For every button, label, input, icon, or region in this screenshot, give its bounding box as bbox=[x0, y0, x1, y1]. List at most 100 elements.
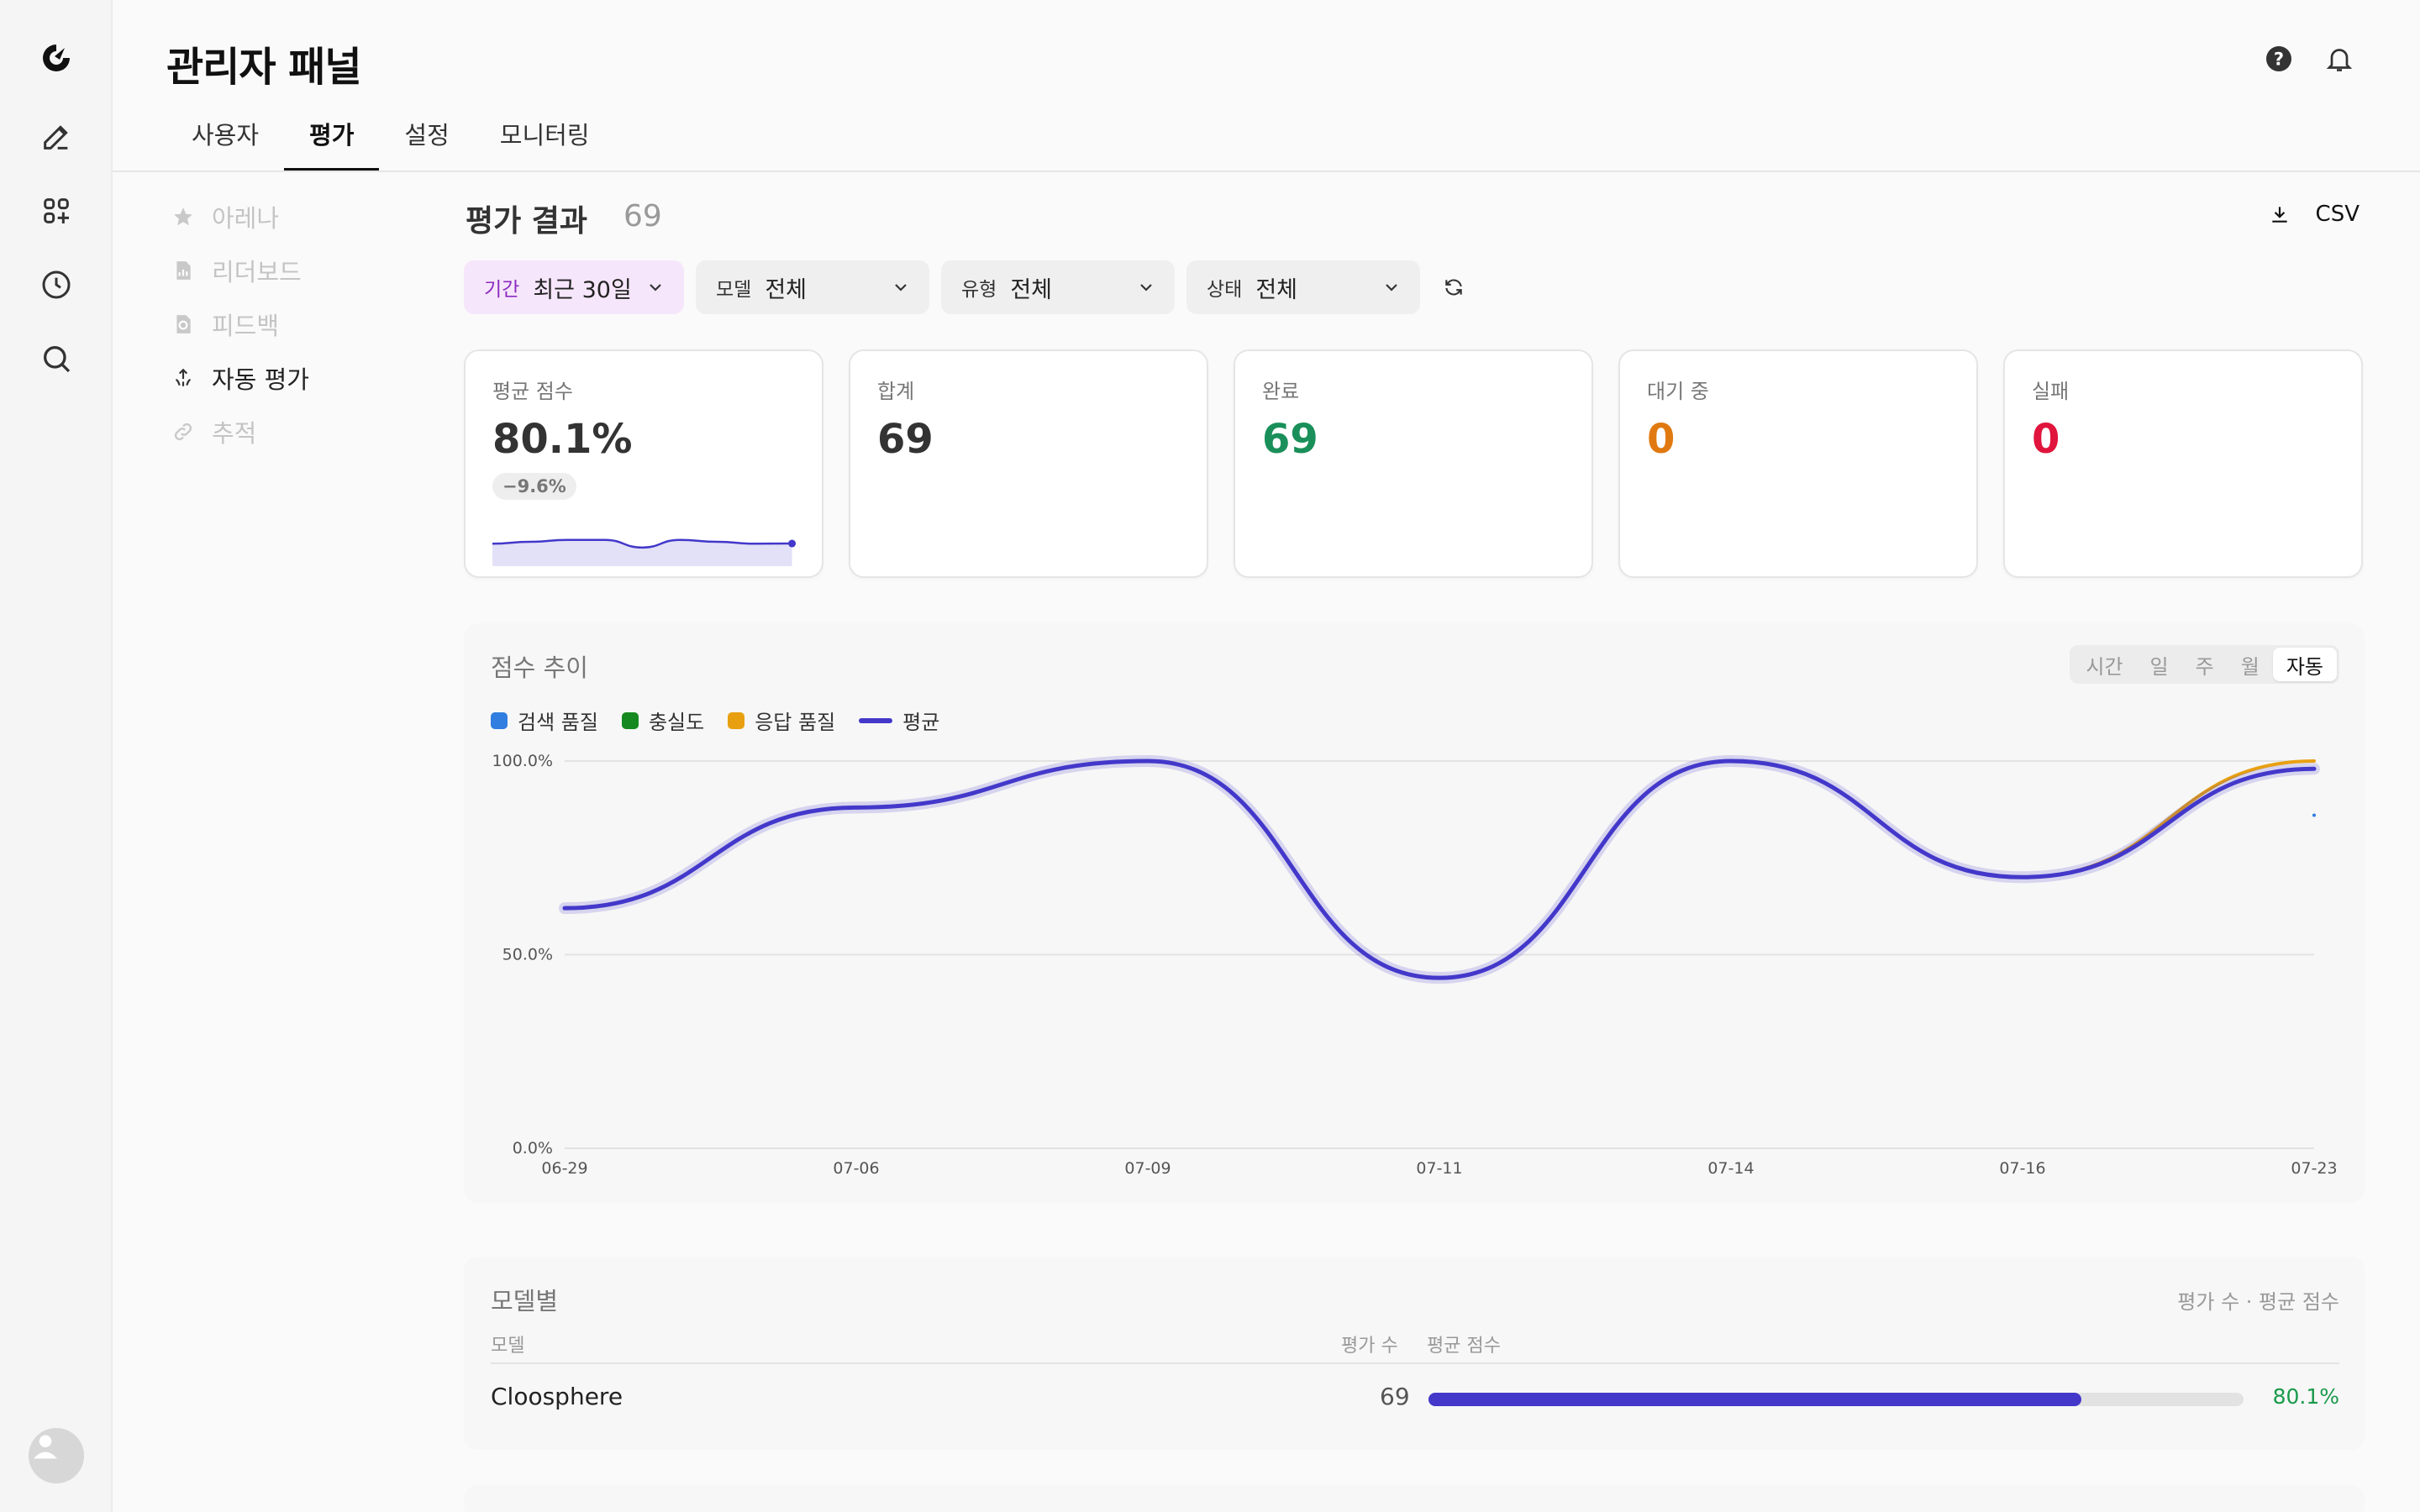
stat-card-completed: 완료 69 bbox=[1234, 349, 1593, 578]
link-icon bbox=[171, 420, 195, 444]
help-icon[interactable]: ? bbox=[2262, 42, 2296, 76]
series-line bbox=[563, 759, 2316, 980]
chevron-down-icon bbox=[650, 284, 661, 291]
header-divider bbox=[113, 171, 2420, 172]
sparkline bbox=[492, 538, 797, 566]
stat-label: 실패 bbox=[2032, 380, 2070, 403]
series-line bbox=[563, 759, 2316, 980]
page-title: 관리자 패널 bbox=[166, 44, 362, 91]
stat-label: 합계 bbox=[877, 380, 915, 403]
edit-icon[interactable] bbox=[34, 114, 79, 160]
series-halo bbox=[559, 754, 2320, 984]
auto-eval-icon bbox=[171, 366, 195, 390]
filter-label: 모델 bbox=[716, 279, 752, 301]
period-filter[interactable]: 기간 최근 30일 bbox=[464, 260, 684, 314]
subnav-item-leaderboard[interactable]: 리더보드 bbox=[171, 244, 309, 297]
refresh-icon[interactable] bbox=[1437, 270, 1470, 304]
col-model: 모델 bbox=[491, 1336, 525, 1357]
tab-monitoring[interactable]: 모니터링 bbox=[475, 104, 615, 171]
score-bar bbox=[1428, 1393, 2244, 1406]
stat-cards: 평균 점수 80.1% −9.6% 합계 69 완료 69 대기 중 0 실패 … bbox=[464, 349, 2363, 578]
data-point bbox=[2312, 813, 2316, 817]
apps-icon[interactable] bbox=[34, 188, 79, 234]
tab-users[interactable]: 사용자 bbox=[166, 104, 284, 171]
icon-rail bbox=[0, 0, 113, 1512]
avatar[interactable] bbox=[29, 1428, 84, 1483]
x-tick-label: 06-29 bbox=[541, 1159, 587, 1178]
stat-card-pending: 대기 중 0 bbox=[1618, 349, 1978, 578]
x-tick-label: 07-09 bbox=[1124, 1159, 1171, 1178]
models-subtitle: 평가 수 · 평균 점수 bbox=[2177, 1290, 2339, 1314]
stat-label: 대기 중 bbox=[1647, 380, 1709, 403]
x-tick-label: 07-06 bbox=[833, 1159, 879, 1178]
filter-value: 전체 bbox=[1010, 276, 1053, 303]
filter-label: 기간 bbox=[484, 279, 520, 301]
subnav-label: 자동 평가 bbox=[212, 365, 309, 394]
section-nav: 아레나 리더보드 피드백 자동 평가 추적 bbox=[171, 190, 309, 459]
stat-label: 완료 bbox=[1262, 380, 1300, 403]
table-row[interactable]: Cloosphere 69 80.1% bbox=[491, 1381, 2339, 1423]
score-bar-fill bbox=[1428, 1393, 2081, 1406]
model-count: 69 bbox=[1380, 1383, 1410, 1410]
subnav-label: 아레나 bbox=[212, 204, 280, 233]
series-line bbox=[563, 759, 2316, 980]
stat-label: 평균 점수 bbox=[492, 380, 573, 403]
main-tabs: 사용자 평가 설정 모니터링 bbox=[166, 104, 615, 171]
subnav-label: 추적 bbox=[212, 419, 257, 448]
results-count: 69 bbox=[623, 199, 662, 234]
subnav-item-arena[interactable]: 아레나 bbox=[171, 190, 309, 244]
sparkline-end-point bbox=[788, 539, 797, 548]
history-icon[interactable] bbox=[34, 262, 79, 307]
subnav-item-feedback[interactable]: 피드백 bbox=[171, 297, 309, 351]
chevron-down-icon bbox=[1140, 284, 1152, 291]
status-filter[interactable]: 상태 전체 bbox=[1186, 260, 1420, 314]
series-line-average bbox=[562, 759, 2317, 980]
model-breakdown-panel: 모델별 평가 수 · 평균 점수 모델 평가 수 평균 점수 Cloospher… bbox=[464, 1257, 2365, 1450]
star-icon bbox=[171, 205, 195, 228]
results-title: 평가 결과 bbox=[466, 204, 588, 239]
models-title: 모델별 bbox=[491, 1287, 559, 1315]
chevron-down-icon bbox=[895, 284, 907, 291]
chevron-down-icon bbox=[1386, 284, 1397, 291]
y-tick-label: 50.0% bbox=[502, 946, 553, 964]
feedback-doc-icon bbox=[171, 312, 195, 336]
subnav-item-tracing[interactable]: 추적 bbox=[171, 405, 309, 459]
stat-value: 0 bbox=[1647, 416, 1676, 463]
stat-value: 69 bbox=[1262, 416, 1318, 463]
x-tick-label: 07-16 bbox=[1999, 1159, 2045, 1178]
next-panel-edge bbox=[464, 1485, 2365, 1512]
model-filter[interactable]: 모델 전체 bbox=[696, 260, 929, 314]
search-icon[interactable] bbox=[34, 336, 79, 381]
y-tick-label: 0.0% bbox=[513, 1139, 553, 1158]
filter-label: 상태 bbox=[1207, 279, 1243, 301]
subnav-item-auto-eval[interactable]: 자동 평가 bbox=[171, 351, 309, 405]
type-filter[interactable]: 유형 전체 bbox=[941, 260, 1175, 314]
filter-value: 전체 bbox=[1255, 276, 1298, 303]
subnav-label: 리더보드 bbox=[212, 258, 302, 286]
stat-card-failed: 실패 0 bbox=[2003, 349, 2363, 578]
delta-badge: −9.6% bbox=[492, 473, 576, 500]
table-header: 모델 평가 수 평균 점수 bbox=[491, 1331, 2339, 1364]
score-trend-panel: 점수 추이 시간 일 주 월 자동 검색 품질 충실도 응답 품질 평균 0.0… bbox=[464, 623, 2365, 1203]
trend-chart: 0.0% 50.0% 100.0% 06-29 07-06 07-09 07-11 07-14… bbox=[492, 752, 2338, 1178]
col-count: 평가 수 bbox=[1341, 1336, 1398, 1357]
stat-value: 80.1% bbox=[492, 416, 633, 463]
model-score: 80.1% bbox=[2272, 1384, 2339, 1409]
subnav-label: 피드백 bbox=[212, 312, 280, 340]
y-tick-label: 100.0% bbox=[492, 752, 553, 770]
stat-card-total: 합계 69 bbox=[849, 349, 1208, 578]
filter-bar: 기간 최근 30일 모델 전체 유형 전체 상태 전체 bbox=[464, 260, 1470, 314]
tab-settings[interactable]: 설정 bbox=[379, 104, 474, 171]
stat-card-average: 평균 점수 80.1% −9.6% bbox=[464, 349, 823, 578]
svg-text:?: ? bbox=[2274, 50, 2284, 70]
logo-icon[interactable] bbox=[34, 35, 79, 81]
csv-export-button[interactable]: CSV bbox=[2269, 202, 2360, 227]
stat-value: 69 bbox=[877, 416, 934, 463]
filter-value: 최근 30일 bbox=[533, 276, 632, 303]
chart-doc-icon bbox=[171, 259, 195, 282]
x-tick-label: 07-14 bbox=[1707, 1159, 1754, 1178]
bell-icon[interactable] bbox=[2323, 42, 2356, 76]
stat-value: 0 bbox=[2032, 416, 2060, 463]
tab-evaluation[interactable]: 평가 bbox=[284, 104, 380, 171]
filter-value: 전체 bbox=[765, 276, 808, 303]
